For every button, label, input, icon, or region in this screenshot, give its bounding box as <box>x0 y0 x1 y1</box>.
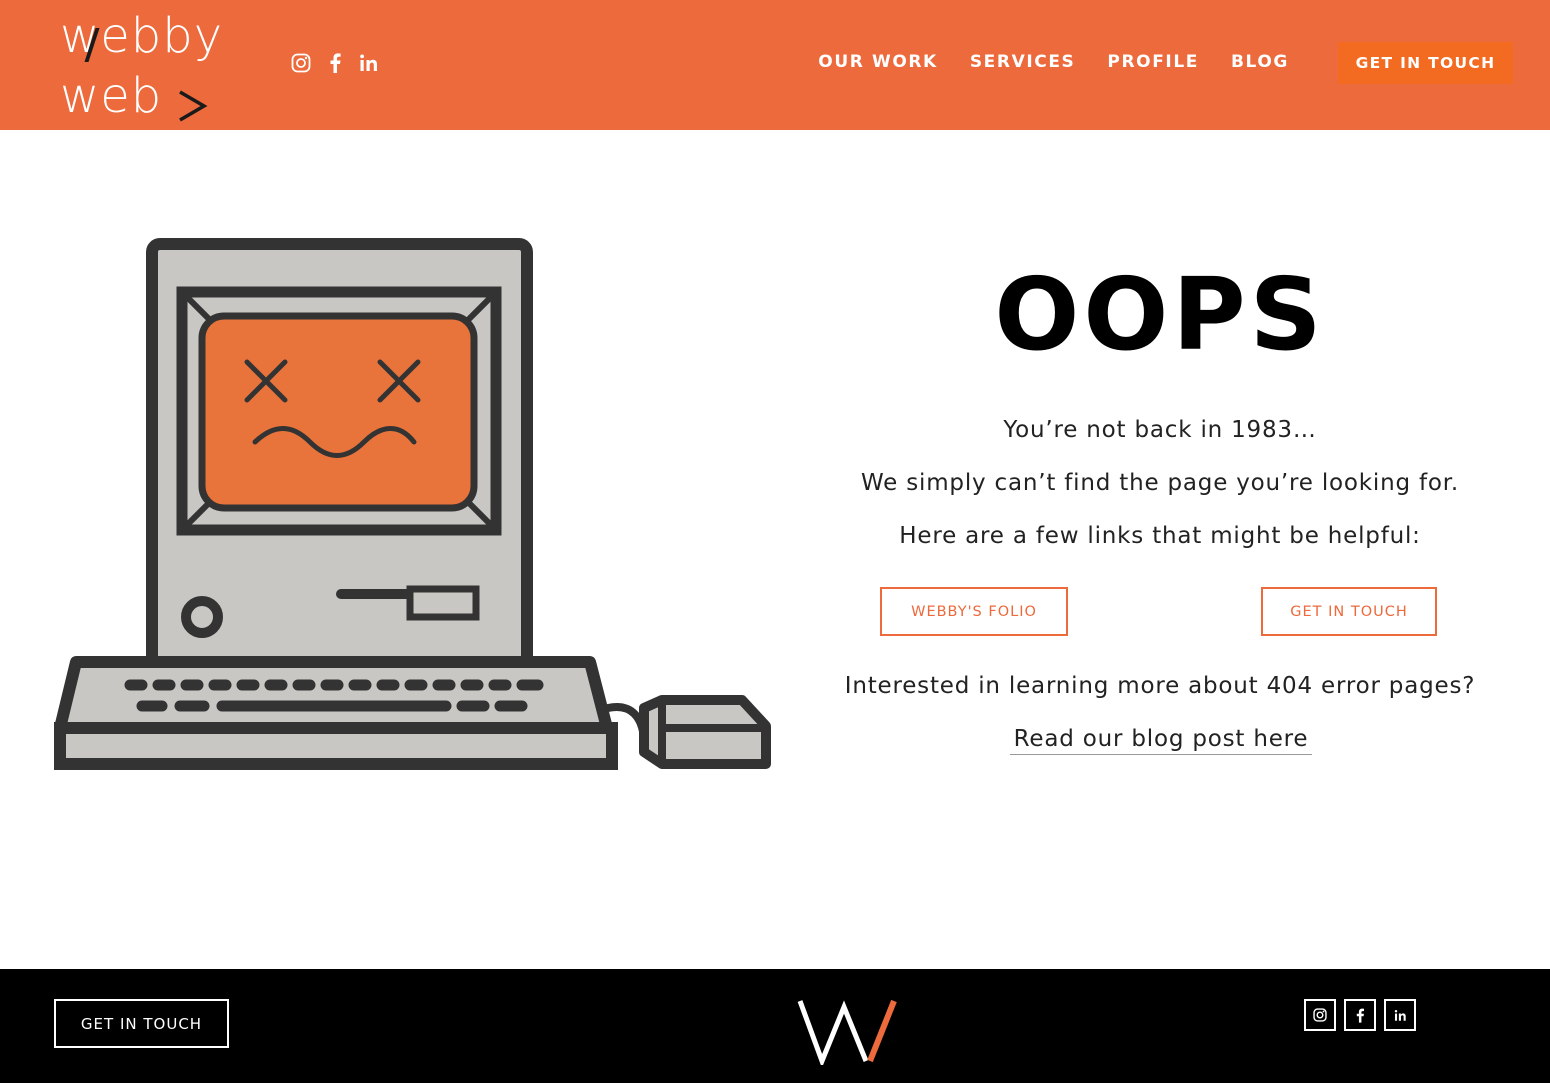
message-line-1: You’re not back in 1983… <box>1003 417 1317 443</box>
facebook-icon[interactable] <box>1344 999 1376 1031</box>
header-social-links <box>290 52 380 74</box>
instagram-icon[interactable] <box>290 52 312 74</box>
instagram-icon[interactable] <box>1304 999 1336 1031</box>
logo-text-line1: webby <box>60 8 224 64</box>
site-header: webby web OUR WORK SERVICES PROFILE BLOG… <box>0 0 1550 130</box>
linkedin-icon[interactable] <box>1384 999 1416 1031</box>
nav-our-work[interactable]: OUR WORK <box>818 50 938 74</box>
blog-post-link[interactable]: Read our blog post here <box>1010 724 1312 755</box>
w-logo-icon[interactable] <box>796 997 902 1065</box>
get-in-touch-button[interactable]: GET IN TOUCH <box>1261 587 1437 636</box>
message-line-3: Here are a few links that might be helpf… <box>899 523 1421 549</box>
facebook-icon[interactable] <box>324 52 346 74</box>
linkedin-icon[interactable] <box>358 52 380 74</box>
message-line-4: Interested in learning more about 404 er… <box>844 673 1476 699</box>
logo-chevron-icon <box>179 90 208 122</box>
header-get-in-touch-button[interactable]: GET IN TOUCH <box>1338 42 1513 84</box>
site-logo[interactable]: webby web <box>60 8 250 123</box>
footer-get-in-touch-button[interactable]: GET IN TOUCH <box>54 999 229 1048</box>
nav-blog[interactable]: BLOG <box>1231 50 1289 74</box>
sad-computer-icon <box>54 238 771 770</box>
webbys-folio-button[interactable]: WEBBY'S FOLIO <box>880 587 1068 636</box>
nav-profile[interactable]: PROFILE <box>1107 50 1199 74</box>
main-nav: OUR WORK SERVICES PROFILE BLOG <box>818 50 1289 74</box>
page-title: OOPS <box>994 256 1326 373</box>
logo-text-line2: web <box>60 68 163 124</box>
footer-social-links <box>1304 999 1416 1031</box>
site-footer: GET IN TOUCH <box>0 969 1550 1083</box>
message-line-2: We simply can’t find the page you’re loo… <box>860 470 1460 496</box>
nav-services[interactable]: SERVICES <box>970 50 1076 74</box>
